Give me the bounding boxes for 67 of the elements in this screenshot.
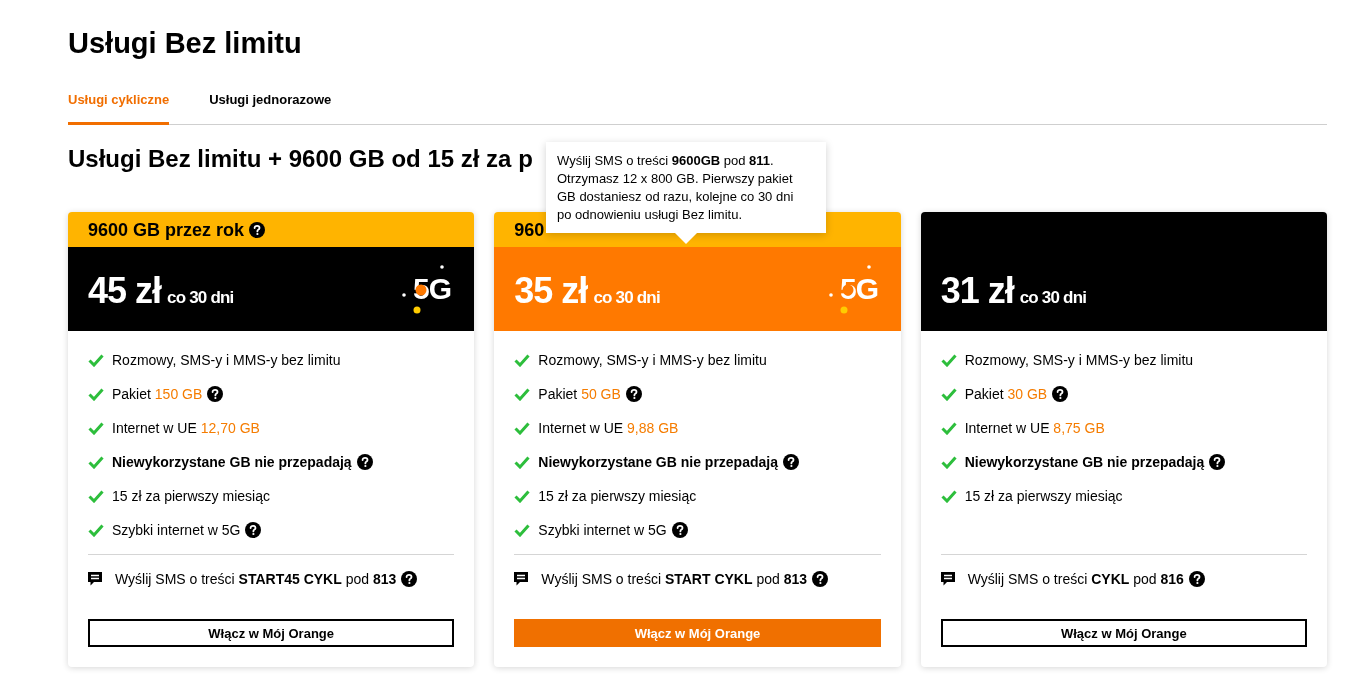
check-icon: [88, 421, 104, 435]
help-icon[interactable]: [401, 571, 418, 587]
help-icon[interactable]: [356, 454, 373, 470]
price-period: co 30 dni: [1019, 288, 1087, 308]
price-amount: 45 zł: [88, 271, 162, 311]
check-icon: [88, 455, 104, 469]
help-icon[interactable]: [625, 386, 642, 402]
help-icon[interactable]: [812, 571, 828, 587]
check-icon: [514, 455, 531, 469]
feature-text: Rozmowy, SMS-y i MMS-y bez limitu: [112, 351, 341, 369]
feature-text: Rozmowy, SMS-y i MMS-y bez limitu: [538, 351, 767, 369]
feature-text: Niewykorzystane GB nie przepadają: [538, 453, 778, 471]
feature-text: Internet w UE 8,75 GB: [964, 419, 1105, 437]
sms-instruction: Wyślij SMS o treści CYKL pod 816: [967, 570, 1184, 588]
check-icon: [940, 387, 957, 401]
tab[interactable]: Usługi jednorazowe: [209, 87, 332, 125]
check-icon: [514, 489, 531, 503]
price-amount: 31 zł: [940, 271, 1014, 311]
feature-text: Pakiet 50 GB: [538, 385, 621, 403]
feature-text: Internet w UE 9,88 GB: [538, 419, 679, 437]
feature-text: Pakiet 30 GB: [964, 385, 1048, 403]
help-icon[interactable]: [245, 522, 262, 538]
badge-label: 9600 GB przez rok: [88, 218, 245, 241]
price-period: co 30 dni: [167, 288, 234, 308]
message-icon: [940, 572, 955, 586]
feature-text: 15 zł za pierwszy miesiąc: [112, 487, 270, 505]
activate-button[interactable]: Włącz w Mój Orange: [88, 619, 455, 647]
feature-text: Szybki internet w 5G: [112, 521, 241, 539]
tooltip: Wyślij SMS o treści 9600GB pod 811. Otrzymasz 12 x 800 GB. Pierwszy pakiet GB dostaniesz od razu, kolejne co 30 dni po odnowieniu usługi Bez limitu.: [546, 142, 826, 233]
check-icon: [514, 421, 531, 435]
feature-text: Niewykorzystane GB nie przepadają: [964, 453, 1205, 471]
check-icon: [940, 489, 957, 503]
help-icon[interactable]: [1052, 386, 1069, 402]
help-icon[interactable]: [671, 522, 688, 538]
feature-text: 15 zł za pierwszy miesiąc: [964, 487, 1123, 505]
message-icon: [88, 572, 102, 586]
help-icon[interactable]: [207, 386, 224, 402]
price-amount: 35 zł: [514, 271, 588, 311]
feature-text: Internet w UE 12,70 GB: [112, 419, 260, 437]
help-icon[interactable]: [249, 221, 266, 238]
check-icon: [514, 387, 531, 401]
price-period: co 30 dni: [593, 288, 660, 308]
feature-text: Pakiet 150 GB: [112, 385, 203, 403]
help-icon[interactable]: [1209, 454, 1226, 470]
check-icon: [88, 387, 104, 401]
section-heading: Usługi Bez limitu + 9600 GB od 15 zł za p: [68, 145, 533, 173]
check-icon: [940, 421, 957, 435]
feature-text: Szybki internet w 5G: [538, 521, 667, 539]
check-icon: [940, 455, 957, 469]
feature-text: 15 zł za pierwszy miesiąc: [538, 487, 697, 505]
check-icon: [514, 523, 531, 537]
check-icon: [88, 353, 104, 367]
activate-button[interactable]: Włącz w Mój Orange: [940, 619, 1307, 647]
check-icon: [940, 353, 957, 367]
page-title: Usługi Bez limitu: [68, 26, 302, 60]
tooltip-pointer: [675, 233, 697, 244]
check-icon: [88, 523, 104, 537]
check-icon: [88, 489, 104, 503]
help-icon[interactable]: [782, 454, 799, 470]
sms-instruction: Wyślij SMS o treści START45 CYKL pod 813: [115, 570, 397, 588]
feature-text: Rozmowy, SMS-y i MMS-y bez limitu: [964, 351, 1194, 369]
check-icon: [514, 353, 531, 367]
help-icon[interactable]: [1188, 571, 1205, 587]
message-icon: [514, 572, 529, 586]
badge-label: 960: [514, 218, 545, 241]
feature-text: Niewykorzystane GB nie przepadają: [112, 453, 352, 471]
sms-instruction: Wyślij SMS o treści START CYKL pod 813: [541, 570, 807, 588]
